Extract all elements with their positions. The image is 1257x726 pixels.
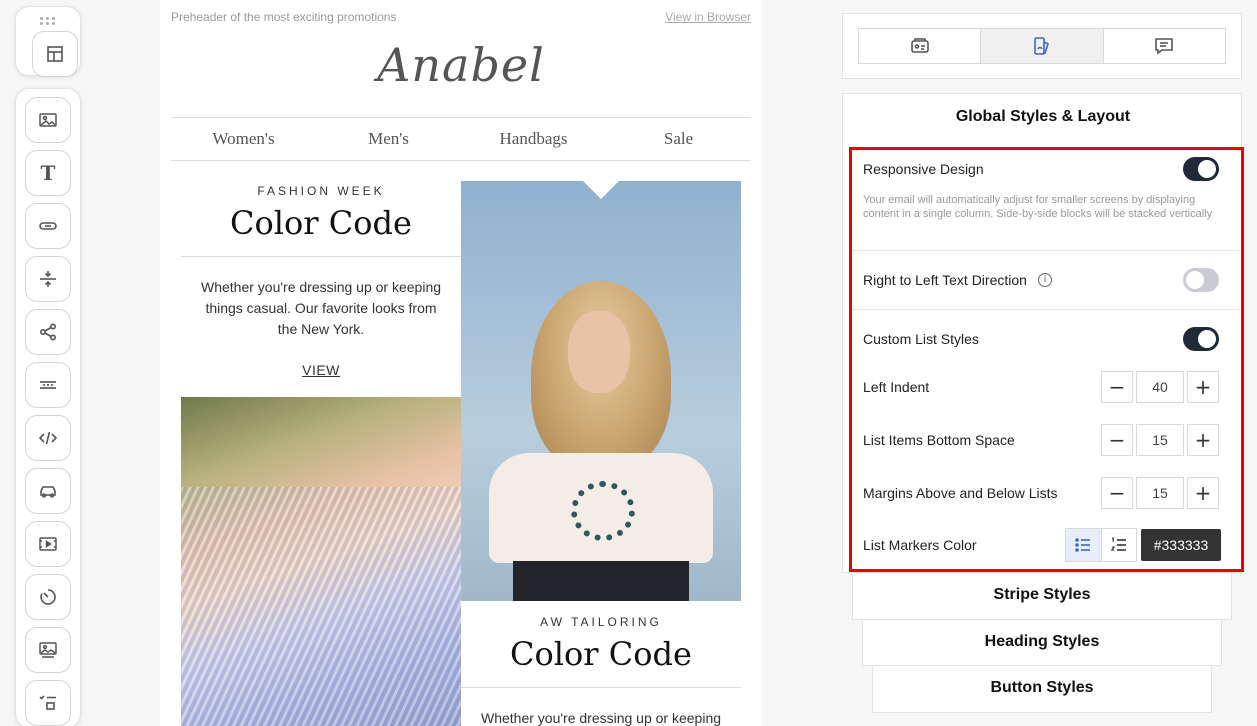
list-margins-decrease-button[interactable]: − — [1101, 477, 1133, 509]
panel-tabs-card — [842, 13, 1242, 79]
button-block-icon — [39, 222, 57, 230]
global-styles-title[interactable]: Global Styles & Layout — [843, 108, 1243, 126]
list-markers-color-label: List Markers Color — [863, 537, 977, 553]
drag-handle-icon[interactable] — [40, 17, 56, 25]
image-block-icon — [39, 113, 57, 127]
spacer-block-icon — [40, 271, 56, 287]
structures-panel — [15, 6, 81, 77]
video-block-icon — [39, 537, 57, 551]
divider — [852, 309, 1240, 310]
tab-styles[interactable] — [981, 29, 1104, 63]
left-indent-label: Left Indent — [863, 379, 930, 395]
headline: Color Code — [510, 635, 692, 673]
tab-comments[interactable] — [1104, 29, 1225, 63]
button-block-button[interactable] — [25, 203, 71, 249]
text-block-button[interactable]: T — [25, 150, 71, 196]
email-nav-menu: Women's Men's Handbags Sale — [171, 117, 751, 161]
heading-styles-section[interactable]: Heading Styles — [862, 619, 1222, 666]
list-items-bottom-space-label: List Items Bottom Space — [863, 432, 1015, 448]
headline: Color Code — [230, 204, 412, 242]
custom-list-styles-toggle[interactable] — [1183, 327, 1219, 351]
list-margins-increase-button[interactable]: + — [1187, 477, 1219, 509]
comments-tab-icon — [1155, 38, 1174, 55]
tab-settings[interactable] — [859, 29, 982, 63]
list-margins-input[interactable]: 15 — [1136, 477, 1184, 509]
structures-button[interactable] — [32, 31, 78, 77]
image-block-button[interactable] — [25, 97, 71, 143]
view-in-browser-link[interactable]: View in Browser — [665, 10, 751, 24]
button-styles-section[interactable]: Button Styles — [872, 665, 1212, 713]
image-gallery-icon — [39, 642, 57, 658]
kicker-text: AW TAILORING — [540, 615, 662, 629]
product-photo-model[interactable] — [461, 181, 741, 601]
timer-block-icon — [40, 589, 56, 605]
checklist-button[interactable] — [25, 680, 71, 726]
list-marker-color-picker[interactable]: #333333 — [1141, 529, 1221, 561]
list-marker-type-selector — [1065, 528, 1137, 562]
image-gallery-button[interactable] — [25, 627, 71, 673]
responsive-help-text: Your email will automatically adjust for… — [863, 194, 1213, 220]
list-bottom-space-decrease-button[interactable]: − — [1101, 424, 1133, 456]
separator — [181, 256, 461, 257]
list-bottom-space-increase-button[interactable]: + — [1187, 424, 1219, 456]
menu-block-button[interactable] — [25, 468, 71, 514]
email-canvas: Preheader of the most exciting promotion… — [160, 0, 762, 726]
banner-block-button[interactable] — [25, 362, 71, 408]
social-block-button[interactable] — [25, 309, 71, 355]
panel-tabs — [858, 28, 1226, 64]
stripe-styles-section[interactable]: Stripe Styles — [852, 572, 1232, 620]
nav-item-sale[interactable]: Sale — [606, 118, 751, 160]
rtl-toggle[interactable] — [1183, 268, 1219, 292]
social-block-icon — [39, 323, 57, 341]
html-block-icon — [38, 431, 58, 445]
separator — [461, 687, 741, 688]
bulleted-list-icon — [1075, 538, 1091, 552]
checklist-icon — [39, 695, 56, 710]
numbered-list-button[interactable] — [1102, 529, 1137, 561]
left-indent-decrease-button[interactable]: − — [1101, 371, 1133, 403]
divider — [852, 250, 1240, 251]
list-margins-label: Margins Above and Below Lists — [863, 485, 1058, 501]
body-text: Whether you're dressing up or keeping — [480, 710, 722, 726]
product-photo-striped-shirt[interactable] — [181, 397, 461, 726]
video-block-button[interactable] — [25, 521, 71, 567]
info-icon[interactable]: i — [1038, 273, 1052, 287]
blocks-panel: T — [15, 88, 81, 726]
responsive-design-toggle[interactable] — [1183, 157, 1219, 181]
numbered-list-icon — [1110, 537, 1126, 551]
nav-item-handbags[interactable]: Handbags — [461, 118, 606, 160]
left-indent-input[interactable]: 40 — [1136, 371, 1184, 403]
settings-tab-icon — [910, 38, 929, 53]
custom-list-styles-label: Custom List Styles — [863, 331, 979, 347]
left-indent-increase-button[interactable]: + — [1187, 371, 1219, 403]
right-text-block: AW TAILORING Color Code Whether you're d… — [461, 601, 741, 726]
nav-item-mens[interactable]: Men's — [316, 118, 461, 160]
responsive-design-label: Responsive Design — [863, 161, 984, 177]
text-block-icon: T — [40, 161, 56, 185]
banner-block-icon — [40, 381, 56, 389]
menu-block-icon — [40, 486, 56, 498]
spacer-block-button[interactable] — [25, 256, 71, 302]
left-column: FASHION WEEK Color Code Whether you're d… — [181, 181, 461, 726]
view-link[interactable]: VIEW — [181, 362, 461, 378]
bulleted-list-button[interactable] — [1066, 529, 1102, 561]
structures-icon — [47, 46, 63, 62]
html-block-button[interactable] — [25, 415, 71, 461]
styles-tab-icon — [1034, 37, 1049, 55]
timer-block-button[interactable] — [25, 574, 71, 620]
brand-logo: Anabel — [377, 38, 545, 92]
preheader-text: Preheader of the most exciting promotion… — [171, 10, 397, 24]
nav-item-womens[interactable]: Women's — [171, 118, 316, 160]
kicker-text: FASHION WEEK — [257, 184, 385, 198]
body-text: Whether you're dressing up or keeping th… — [200, 279, 442, 337]
rtl-label: Right to Left Text Direction — [863, 272, 1027, 288]
list-bottom-space-input[interactable]: 15 — [1136, 424, 1184, 456]
